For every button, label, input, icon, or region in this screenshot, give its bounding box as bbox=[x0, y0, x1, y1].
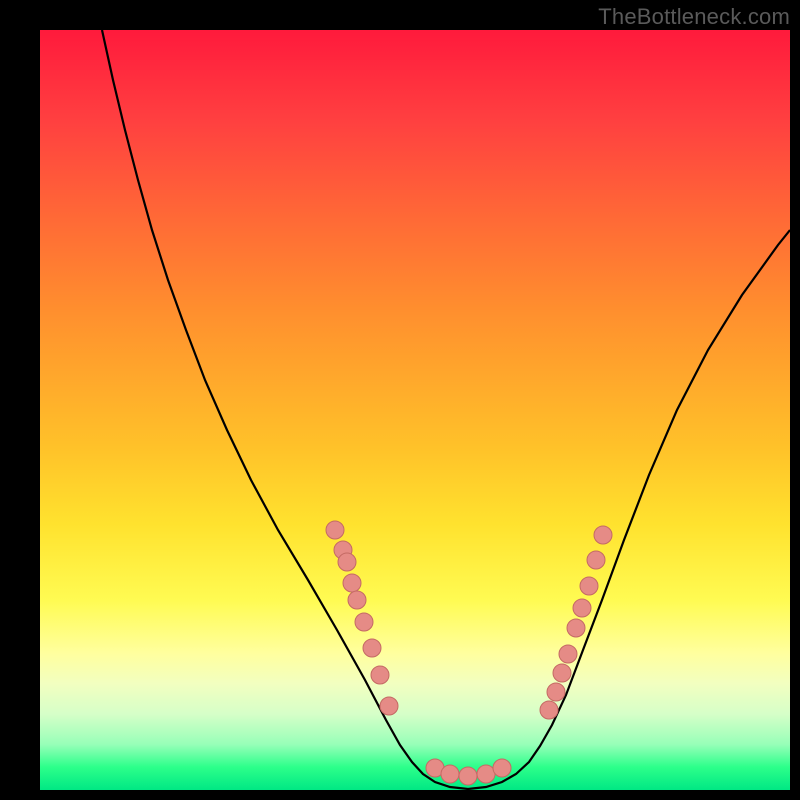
data-dot bbox=[338, 553, 356, 571]
data-dot bbox=[348, 591, 366, 609]
data-dots bbox=[326, 521, 612, 785]
data-dot bbox=[540, 701, 558, 719]
data-dot bbox=[363, 639, 381, 657]
data-dot bbox=[547, 683, 565, 701]
data-dot bbox=[559, 645, 577, 663]
data-dot bbox=[594, 526, 612, 544]
data-dot bbox=[477, 765, 495, 783]
plot-area bbox=[40, 30, 790, 790]
data-dot bbox=[573, 599, 591, 617]
data-dot bbox=[355, 613, 373, 631]
bottleneck-curve bbox=[102, 30, 790, 789]
data-dot bbox=[580, 577, 598, 595]
data-dot bbox=[459, 767, 477, 785]
data-dot bbox=[587, 551, 605, 569]
chart-frame: TheBottleneck.com bbox=[0, 0, 800, 800]
data-dot bbox=[493, 759, 511, 777]
data-dot bbox=[371, 666, 389, 684]
data-dot bbox=[343, 574, 361, 592]
chart-svg bbox=[40, 30, 790, 790]
data-dot bbox=[567, 619, 585, 637]
data-dot bbox=[553, 664, 571, 682]
data-dot bbox=[326, 521, 344, 539]
data-dot bbox=[441, 765, 459, 783]
data-dot bbox=[380, 697, 398, 715]
watermark-text: TheBottleneck.com bbox=[598, 4, 790, 30]
